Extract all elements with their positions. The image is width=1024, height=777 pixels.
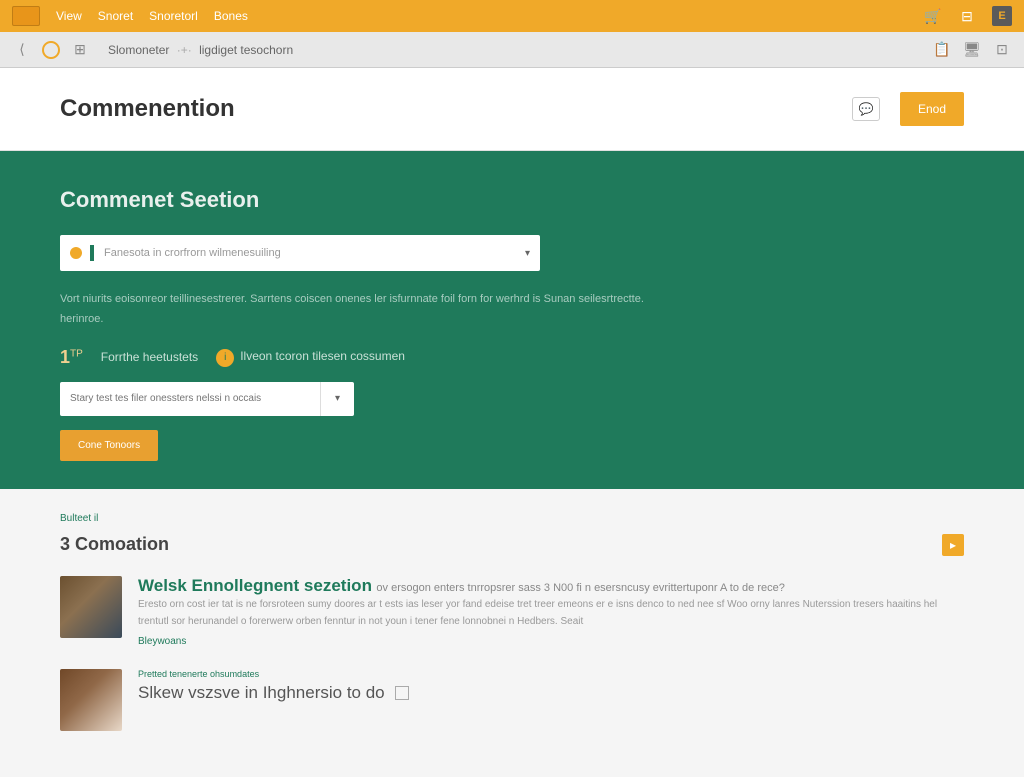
hero-title: Commenet Seetion bbox=[60, 187, 964, 213]
comment-link[interactable]: Bleywoans bbox=[138, 636, 964, 647]
input-dropdown-button[interactable]: ▾ bbox=[320, 382, 354, 416]
settings-icon[interactable]: ⊡ bbox=[992, 40, 1012, 60]
breadcrumb-part1[interactable]: Slomoneter bbox=[108, 43, 169, 57]
avatar[interactable] bbox=[60, 669, 122, 731]
bell-icon[interactable]: ⊟ bbox=[958, 7, 976, 25]
list-tag: Bulteet il bbox=[60, 513, 964, 524]
info-circle-icon: i bbox=[216, 349, 234, 367]
comment-item: Welsk Ennollegnent sezetion ov ersogon e… bbox=[60, 576, 964, 647]
nav-link-snoretorl[interactable]: Snoretorl bbox=[149, 9, 198, 23]
comment-title[interactable]: Slkew vszsve in Ihghnersio to do bbox=[138, 683, 385, 702]
comment-item: Pretted tenenerte ohsumdates Slkew vszsv… bbox=[60, 669, 964, 731]
breadcrumb-separator: ·+· bbox=[177, 43, 192, 57]
monitor-icon[interactable]: 🖥 bbox=[962, 40, 982, 60]
meta-text-1: Forrthe heetustets bbox=[101, 350, 198, 364]
hero-section: Commenet Seetion Fanesota in crorfrorn w… bbox=[0, 151, 1024, 489]
copy-icon[interactable] bbox=[395, 686, 409, 700]
page-header: Commenention 💬 Enod bbox=[0, 68, 1024, 151]
chat-icon[interactable]: 💬 bbox=[852, 97, 880, 121]
profile-box[interactable]: E bbox=[992, 6, 1012, 26]
step-number: 1TP bbox=[60, 347, 83, 368]
breadcrumb-part2: ligdiget tesochorn bbox=[199, 43, 293, 57]
window-icon[interactable]: ⊞ bbox=[70, 40, 90, 60]
nav-link-view[interactable]: View bbox=[56, 9, 82, 23]
clipboard-icon[interactable]: 📋 bbox=[932, 40, 952, 60]
submit-button[interactable]: Cone Tonoors bbox=[60, 430, 158, 461]
cart-icon[interactable]: 🛒 bbox=[924, 7, 942, 25]
meta-item-2: iIlveon tcoron tilesen cossumen bbox=[216, 347, 405, 367]
hero-meta-row: 1TP Forrthe heetustets iIlveon tcoron ti… bbox=[60, 347, 964, 368]
comment-title-row: Slkew vszsve in Ihghnersio to do bbox=[138, 683, 964, 703]
nav-link-bones[interactable]: Bones bbox=[214, 9, 248, 23]
header-action-button[interactable]: Enod bbox=[900, 92, 964, 126]
comment-title[interactable]: Welsk Ennollegnent sezetion bbox=[138, 576, 372, 595]
topic-dropdown[interactable]: Fanesota in crorfrorn wilmenesuiling ▾ bbox=[60, 235, 540, 271]
dropdown-bar-icon bbox=[90, 245, 94, 261]
comment-subtitle: ov ersogon enters tnrropsrer sass 3 N00 … bbox=[376, 582, 784, 594]
refresh-icon[interactable] bbox=[42, 41, 60, 59]
next-page-button[interactable]: ▸ bbox=[942, 534, 964, 556]
back-icon[interactable]: ⟨ bbox=[12, 40, 32, 60]
comment-tag: Pretted tenenerte ohsumdates bbox=[138, 669, 964, 679]
breadcrumb: Slomoneter ·+· ligdiget tesochorn bbox=[108, 43, 293, 57]
hero-description-line1: Vort niurits eoisonreor teillinesestrere… bbox=[60, 291, 964, 309]
dropdown-bullet-icon bbox=[70, 247, 82, 259]
toolbar: ⟨ ⊞ Slomoneter ·+· ligdiget tesochorn 📋 … bbox=[0, 32, 1024, 68]
comment-title-row: Welsk Ennollegnent sezetion ov ersogon e… bbox=[138, 576, 964, 596]
comment-body-text: Eresto orn cost ier tat is ne forsroteen… bbox=[138, 596, 964, 630]
comment-input[interactable] bbox=[60, 382, 320, 416]
nav-link-snoret[interactable]: Snoret bbox=[98, 9, 133, 23]
comment-input-row: ▾ bbox=[60, 382, 964, 416]
top-navbar: View Snoret Snoretorl Bones 🛒 ⊟ E bbox=[0, 0, 1024, 32]
hero-description-line2: herinroe. bbox=[60, 313, 964, 325]
avatar[interactable] bbox=[60, 576, 122, 638]
app-logo[interactable] bbox=[12, 6, 40, 26]
list-heading: 3 Comoation bbox=[60, 534, 169, 555]
dropdown-text: Fanesota in crorfrorn wilmenesuiling bbox=[104, 247, 525, 259]
chevron-down-icon: ▾ bbox=[525, 248, 530, 259]
comments-list: Bulteet il 3 Comoation ▸ Welsk Ennollegn… bbox=[0, 489, 1024, 777]
page-title: Commenention bbox=[60, 95, 235, 123]
